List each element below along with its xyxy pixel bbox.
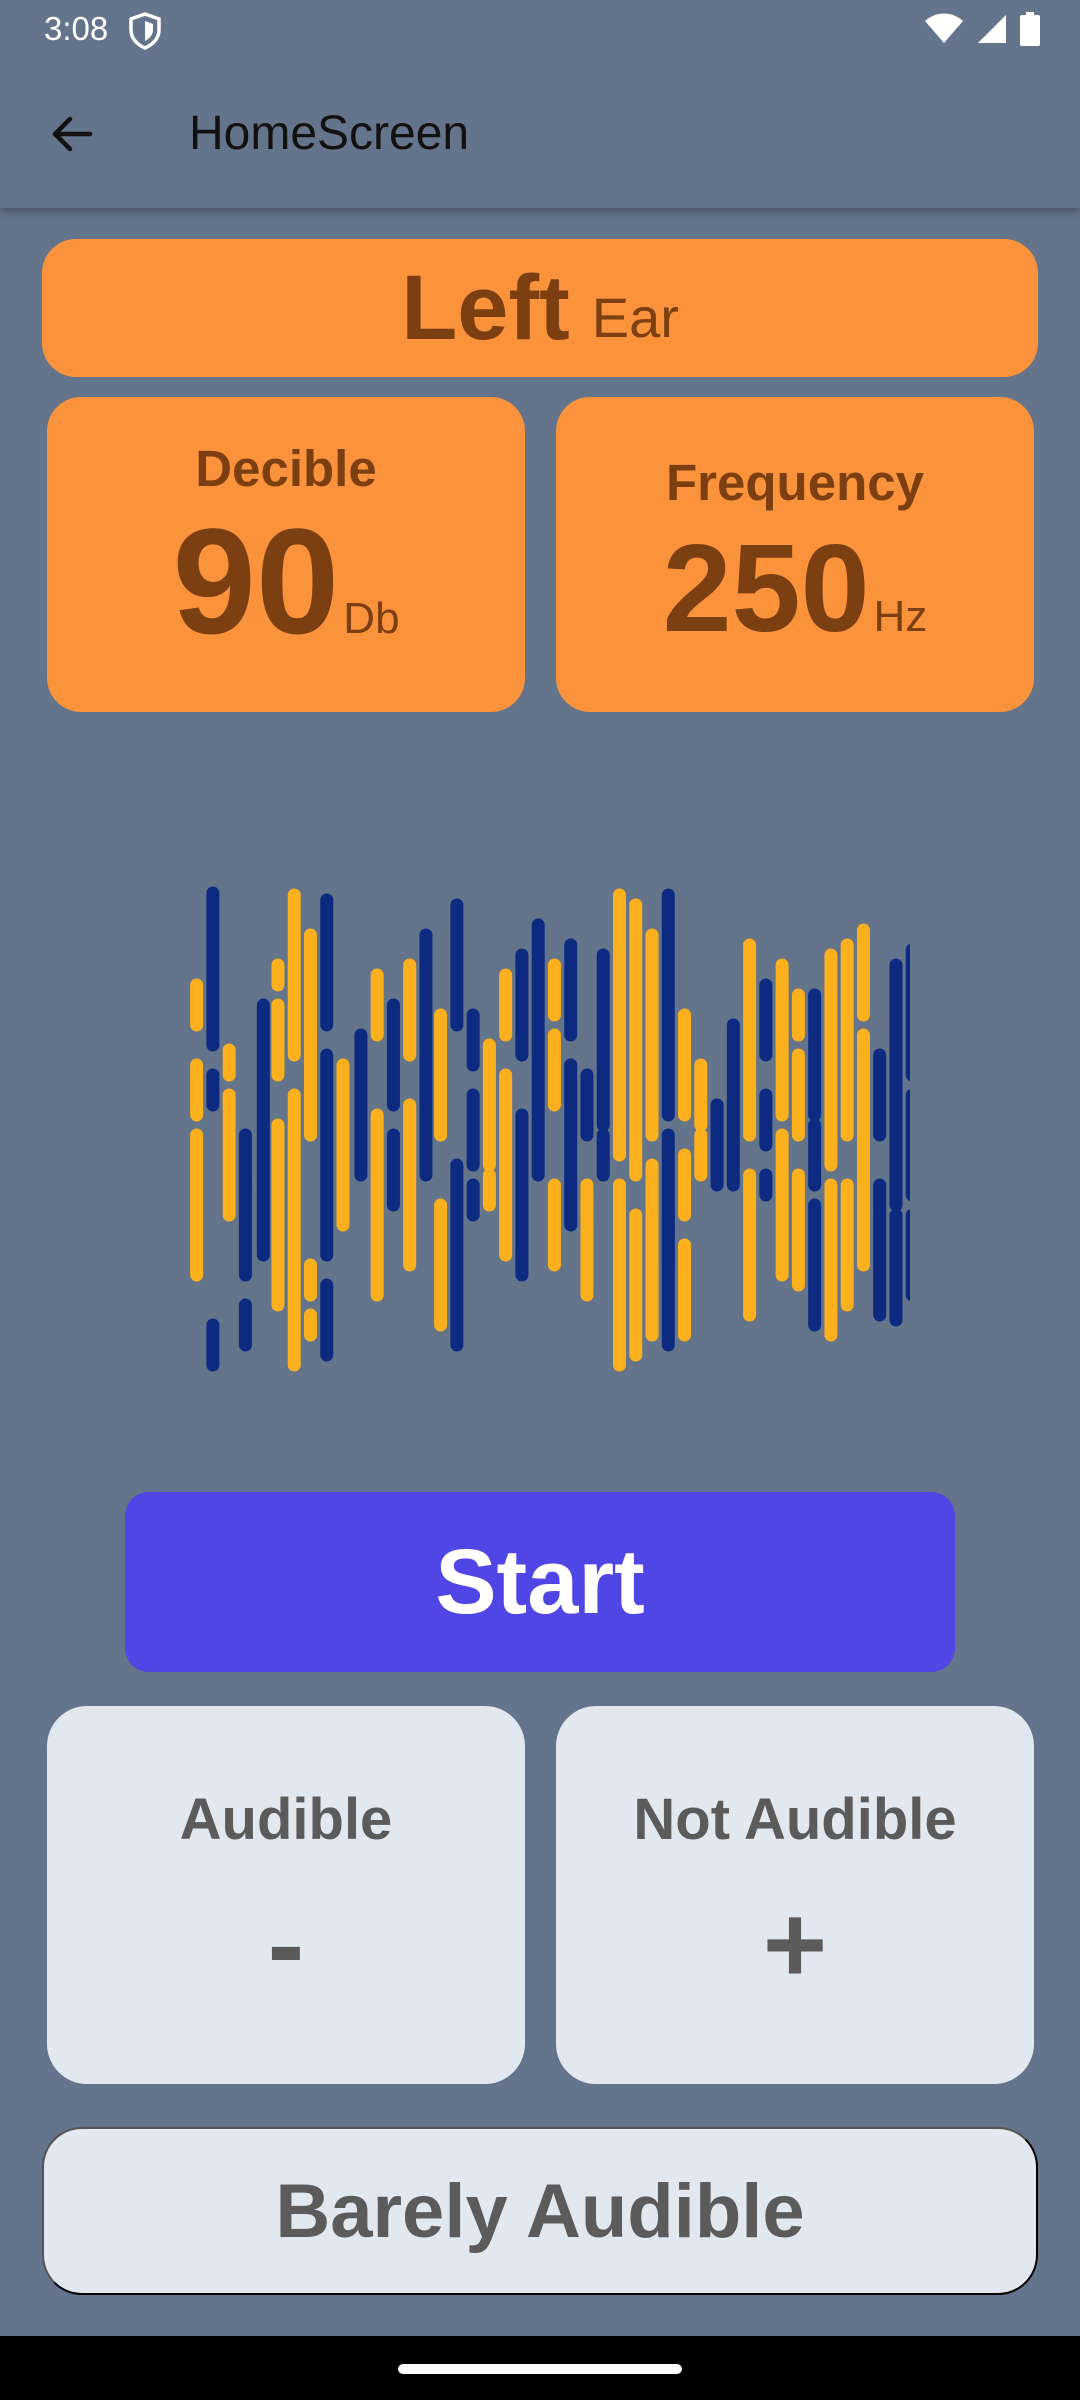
frequency-label: Frequency [666,454,924,511]
app-bar: HomeScreen [0,62,1080,208]
shield-icon [128,12,162,55]
ear-indicator: Left Ear [42,239,1038,377]
decibel-card: Decible 90 Db [47,397,525,712]
audible-button[interactable]: Audible - [47,1706,525,2084]
wifi-icon [924,13,964,50]
minus-icon: - [267,1883,305,2006]
decibel-value: 90 [172,497,340,665]
frequency-card: Frequency 250 Hz [556,397,1034,712]
start-button[interactable]: Start [125,1492,955,1672]
frequency-value-row: 250 Hz [556,518,1034,660]
page-title: HomeScreen [189,107,470,160]
status-time: 3:08 [44,10,109,47]
home-indicator[interactable] [398,2364,682,2374]
status-icons [924,12,1040,51]
decibel-value-row: 90 Db [47,495,525,668]
arrow-left-icon [48,110,96,163]
frequency-unit: Hz [873,592,928,641]
decibel-label: Decible [195,440,377,497]
signal-icon [976,13,1008,50]
ear-word-label: Ear [591,285,679,349]
not-audible-label: Not Audible [633,1787,957,1852]
navigation-bar [0,2336,1080,2400]
back-button[interactable] [36,100,108,172]
decibel-unit: Db [343,594,400,643]
ear-side-label: Left [401,256,570,359]
plus-icon: + [762,1883,828,2006]
not-audible-button[interactable]: Not Audible + [556,1706,1034,2084]
status-bar: 3:08 [0,0,1080,62]
frequency-value: 250 [662,520,870,658]
barely-audible-button[interactable]: Barely Audible [42,2127,1038,2295]
battery-icon [1020,12,1040,51]
audible-label: Audible [179,1787,393,1852]
waveform-visual [190,886,910,1372]
